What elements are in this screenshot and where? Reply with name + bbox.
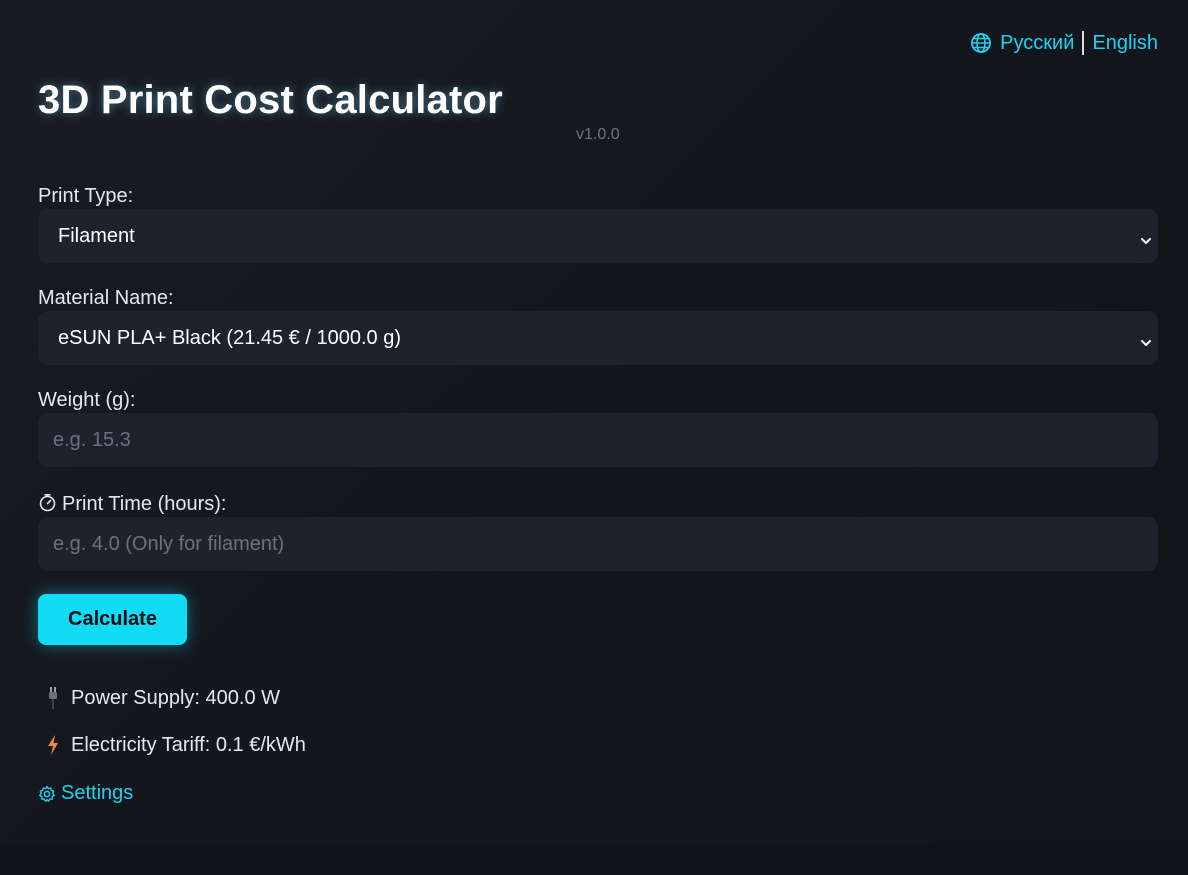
settings-label: Settings [61, 782, 134, 804]
page: Русский English 3D Print Cost Calculator… [0, 0, 1188, 875]
language-russian-link[interactable]: Русский [1000, 32, 1074, 55]
language-english-link[interactable]: English [1092, 32, 1158, 55]
settings-link[interactable]: Settings [38, 782, 133, 805]
print-type-label: Print Type: [38, 185, 134, 207]
globe-icon [970, 32, 992, 54]
electricity-tariff-text: Electricity Tariff: 0.1 €/kWh [71, 733, 306, 756]
lightning-icon [42, 733, 64, 757]
chevron-down-icon [1140, 332, 1152, 346]
stopwatch-icon [38, 493, 57, 512]
power-supply-info: Power Supply: 400.0 W [38, 686, 280, 710]
plug-icon [42, 686, 64, 710]
gear-icon [38, 785, 56, 803]
print-type-select[interactable]: Filament [38, 209, 1158, 263]
print-type-value: Filament [58, 224, 135, 247]
power-supply-text: Power Supply: 400.0 W [71, 686, 280, 709]
version-label: v1.0.0 [576, 126, 620, 143]
page-title: 3D Print Cost Calculator [38, 78, 503, 122]
chevron-down-icon [1140, 230, 1152, 244]
language-switcher: Русский English [970, 31, 1158, 55]
weight-label: Weight (g): [38, 389, 136, 411]
calculate-button[interactable]: Calculate [38, 594, 187, 645]
print-time-input[interactable] [53, 517, 1158, 571]
material-name-select[interactable]: eSUN PLA+ Black (21.45 € / 1000.0 g) [38, 311, 1158, 365]
print-time-label: Print Time (hours): [62, 493, 227, 515]
print-time-label-row: Print Time (hours): [38, 493, 226, 516]
language-divider [1082, 31, 1085, 55]
weight-field-wrapper [38, 413, 1158, 467]
main-container: Русский English 3D Print Cost Calculator… [38, 0, 1158, 845]
electricity-tariff-info: Electricity Tariff: 0.1 €/kWh [38, 733, 306, 757]
material-name-label: Material Name: [38, 287, 174, 309]
print-time-field-wrapper [38, 517, 1158, 571]
material-name-value: eSUN PLA+ Black (21.45 € / 1000.0 g) [58, 326, 401, 349]
footer-band [0, 845, 1188, 875]
weight-input[interactable] [53, 413, 1158, 467]
